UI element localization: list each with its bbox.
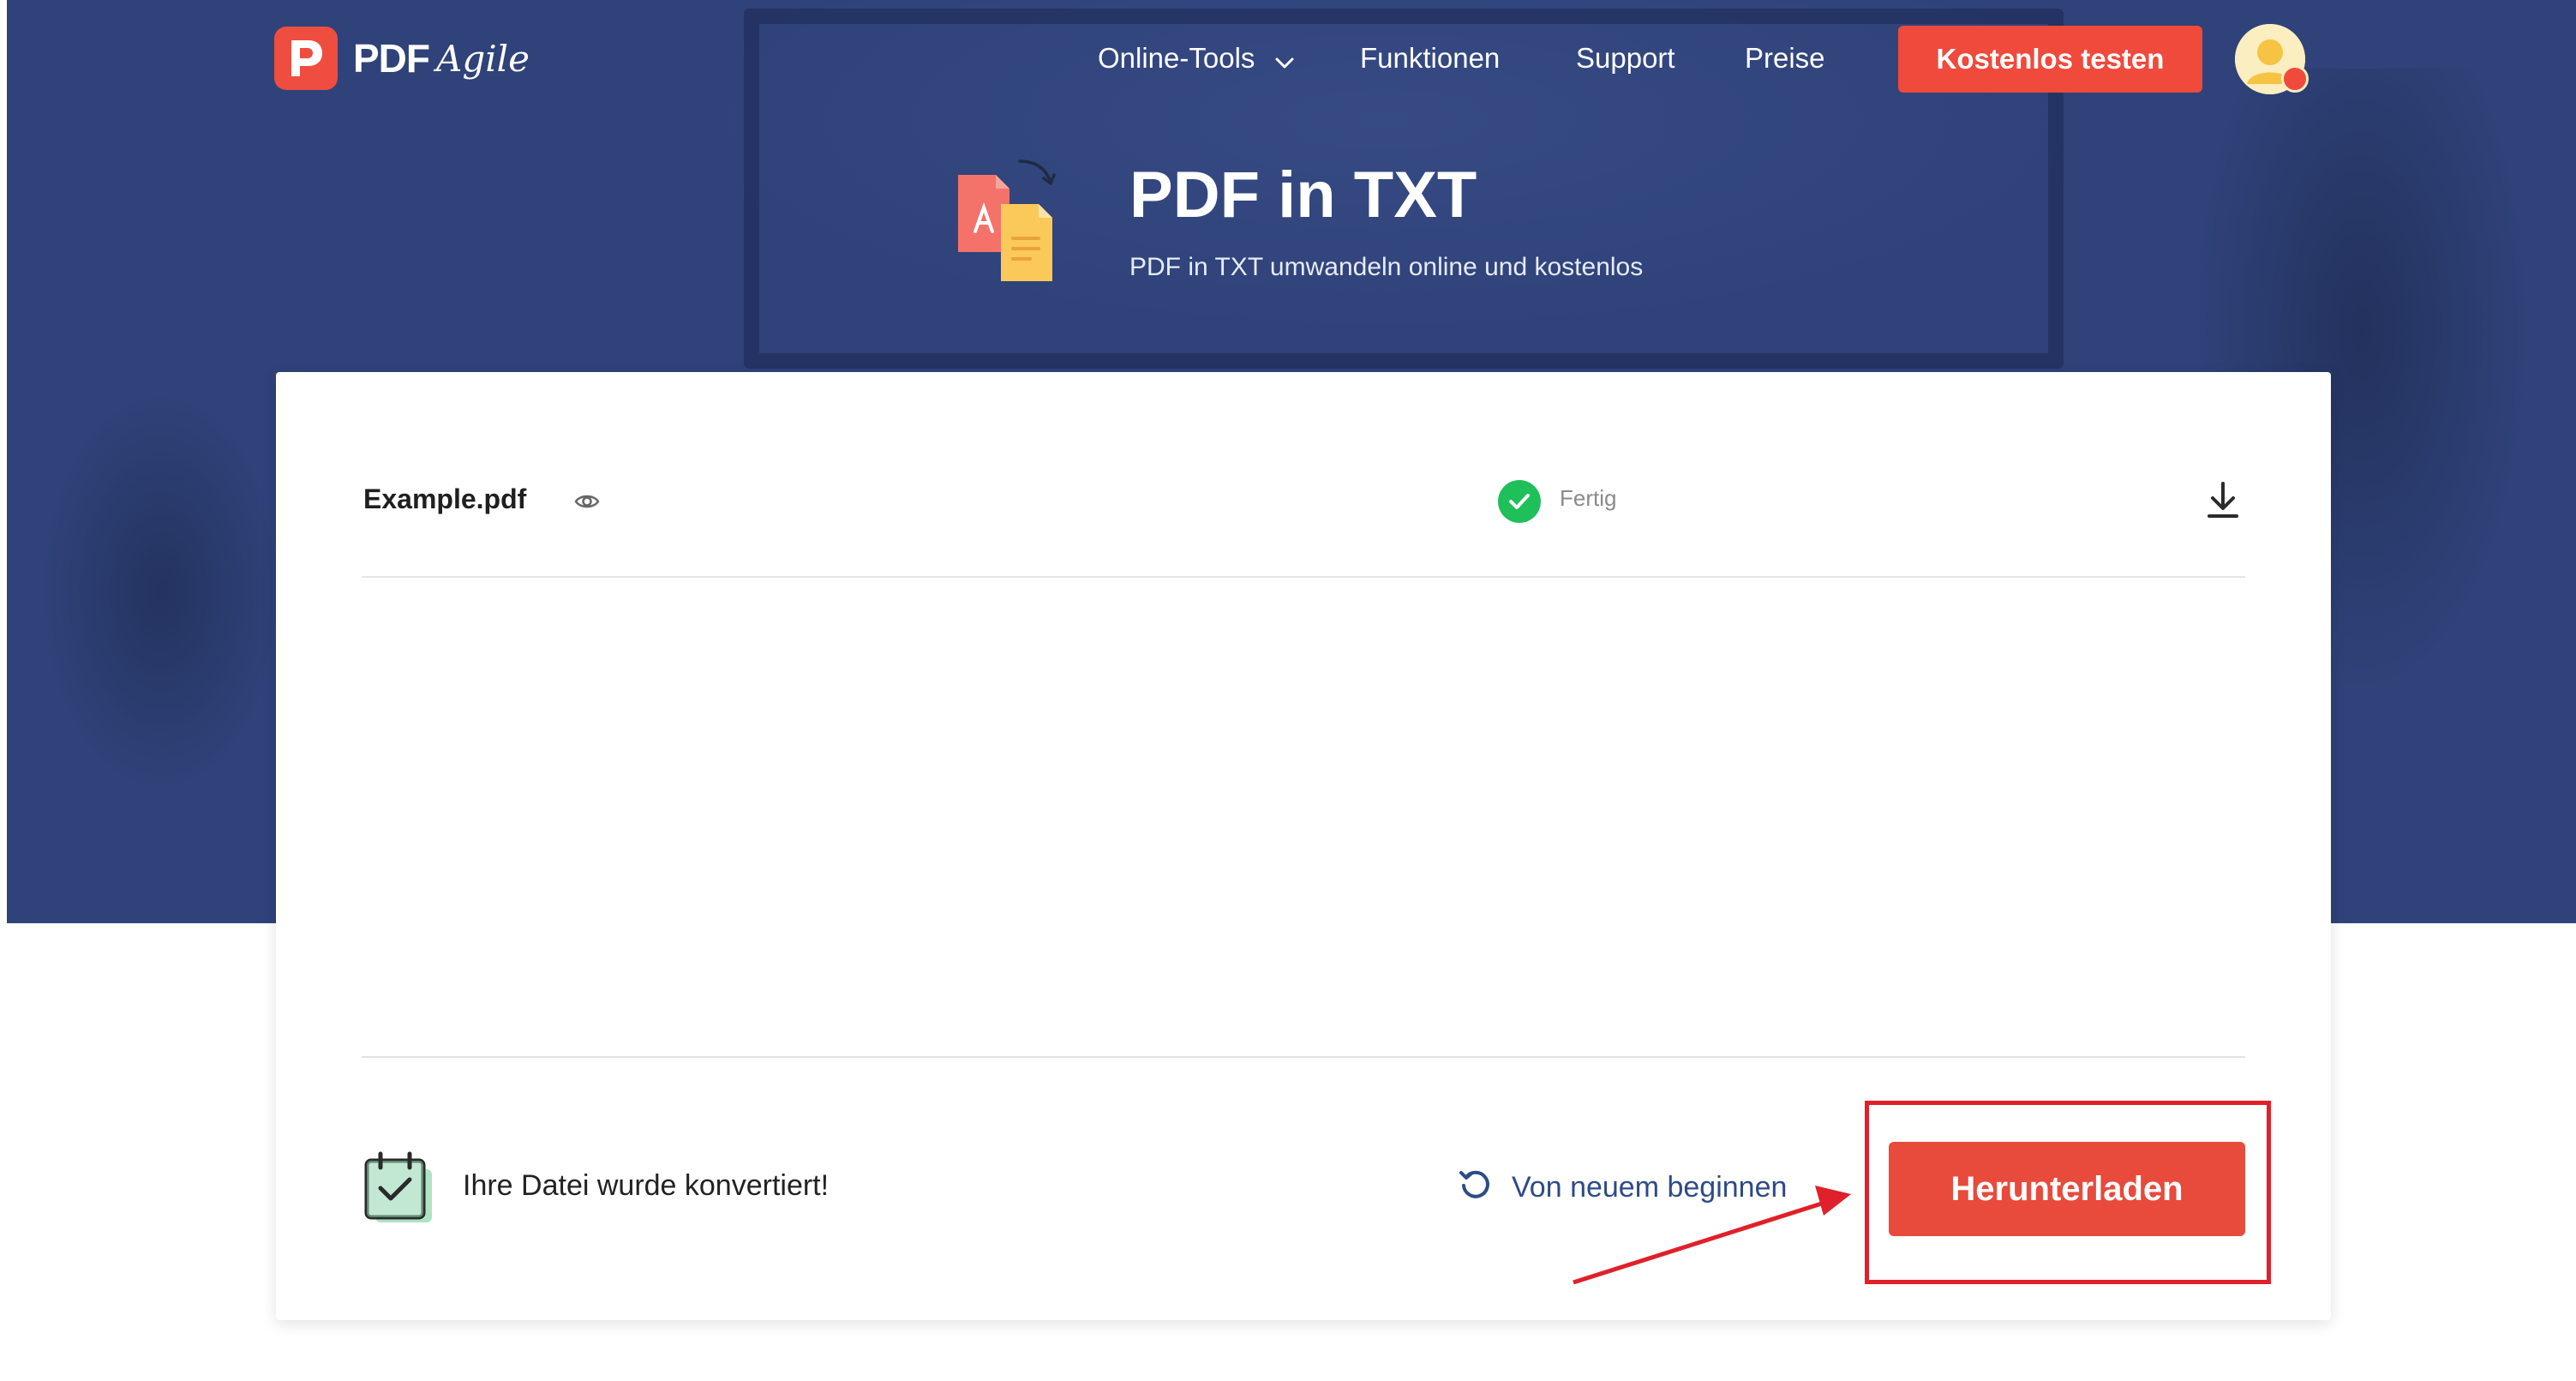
- pdfagile-logo-icon: [274, 27, 338, 90]
- page-subtitle: PDF in TXT umwandeln online und kostenlo…: [1129, 253, 1644, 281]
- refresh-icon: [1459, 1168, 1491, 1208]
- calendar-check-icon: [363, 1150, 435, 1226]
- nav-item-support[interactable]: Support: [1576, 34, 1675, 82]
- restart-link[interactable]: Von neuem beginnen: [1459, 1168, 1787, 1208]
- user-avatar-icon[interactable]: [2235, 24, 2309, 94]
- eye-icon[interactable]: [574, 492, 600, 515]
- status-text: Fertig: [1560, 485, 1617, 511]
- page-title: PDF in TXT: [1129, 159, 1477, 231]
- conversion-message: Ihre Datei wurde konvertiert!: [463, 1169, 830, 1202]
- file-name: Example.pdf: [363, 483, 527, 514]
- hero-background-plant-left: [33, 377, 290, 806]
- nav-item-label: Funktionen: [1360, 42, 1501, 74]
- download-icon[interactable]: [2204, 480, 2242, 521]
- nav-item-label: Preise: [1745, 42, 1825, 74]
- check-circle-icon: [1498, 480, 1541, 523]
- divider: [362, 1056, 2245, 1058]
- nav-item-preise[interactable]: Preise: [1745, 34, 1825, 82]
- pdf-to-txt-icon: [943, 153, 1080, 290]
- nav-item-online-tools[interactable]: Online-Tools: [1098, 34, 1294, 82]
- logo-text: PDF: [353, 36, 430, 81]
- nav-item-label: Support: [1576, 42, 1675, 74]
- restart-label: Von neuem beginnen: [1512, 1171, 1788, 1204]
- free-trial-button[interactable]: Kostenlos testen: [1898, 26, 2202, 93]
- site-logo[interactable]: PDF Agile: [274, 26, 530, 91]
- nav-item-funktionen[interactable]: Funktionen: [1360, 34, 1500, 82]
- nav-item-label: Online-Tools: [1098, 42, 1255, 74]
- logo-script-text: Agile: [436, 37, 530, 80]
- file-row: Example.pdf Fertig: [362, 449, 2245, 578]
- annotation-highlight-box: [1865, 1101, 2271, 1284]
- chevron-down-icon: [1275, 36, 1294, 84]
- avatar-badge: [2281, 65, 2309, 93]
